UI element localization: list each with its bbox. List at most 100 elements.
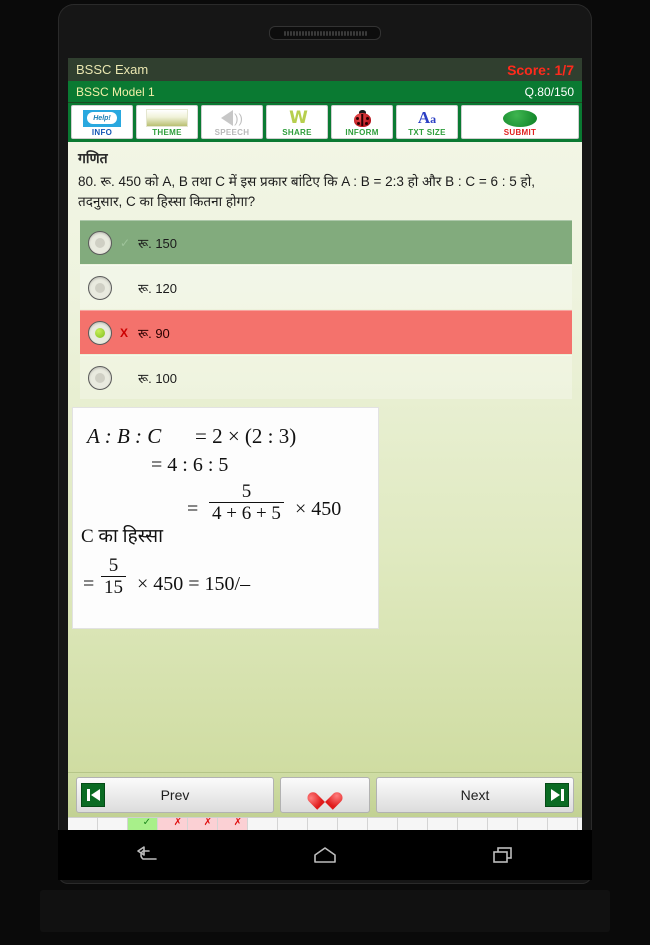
skip-last-icon xyxy=(545,783,569,807)
subject-category: गणित xyxy=(78,150,108,166)
wrong-cross-icon: ✗ xyxy=(173,817,182,828)
solution-line1-lhs: A : B : C xyxy=(87,424,162,448)
back-icon[interactable] xyxy=(129,840,165,870)
question-number-strip[interactable]: 7576✓77✗78✗79✗80818283848586878889909192 xyxy=(68,817,582,830)
question-number-cell[interactable]: ✓77 xyxy=(128,818,158,830)
exam-title: BSSC Exam xyxy=(76,62,149,77)
speech-button[interactable]: )) SPEECH xyxy=(201,105,263,139)
heart-icon xyxy=(314,785,336,805)
text-size-button[interactable]: Aa TXT SIZE xyxy=(396,105,458,139)
tablet-device-frame: BSSC Exam Score: 1/7 BSSC Model 1 Q.80/1… xyxy=(0,0,650,945)
share-button-label: SHARE xyxy=(282,128,312,137)
solution-line4-tail: × 450 = 150/– xyxy=(137,573,251,595)
option-mark: ✓ xyxy=(120,235,131,250)
question-number-cell[interactable]: ✗78 xyxy=(158,818,188,830)
text-size-glyph-big: A xyxy=(417,107,431,127)
solution-line2: = 4 : 6 : 5 xyxy=(151,454,229,476)
question-number-cell[interactable]: 88 xyxy=(458,818,488,830)
question-number-cell[interactable]: ✗79 xyxy=(188,818,218,830)
solution-line4-numerator: 5 xyxy=(108,555,119,576)
speaker-icon: )) xyxy=(221,108,243,128)
model-title: BSSC Model 1 xyxy=(76,84,155,99)
question-number-cell[interactable]: 84 xyxy=(338,818,368,830)
option-label: रू. 100 xyxy=(138,370,178,386)
solution-line4-denominator: 15 xyxy=(101,575,126,599)
option-row[interactable]: ✓ रू. 150 xyxy=(80,220,572,264)
submit-button[interactable]: SUBMIT xyxy=(461,105,579,139)
ladybug-icon xyxy=(353,108,372,128)
question-number-cell[interactable]: 76 xyxy=(98,818,128,830)
question-counter: Q.80/150 xyxy=(524,84,574,99)
option-label: रू. 150 xyxy=(138,235,178,251)
share-network-icon: W xyxy=(289,107,308,128)
exam-title-bar: BSSC Exam Score: 1/7 xyxy=(68,58,582,81)
option-mark: X xyxy=(120,325,129,340)
option-radio[interactable] xyxy=(88,320,112,345)
earpiece-speaker xyxy=(269,26,381,40)
info-button[interactable]: Help! INFO xyxy=(71,105,133,139)
question-text: 80. रू. 450 को A, B तथा C में इस प्रकार … xyxy=(78,174,535,209)
help-badge-text: Help! xyxy=(87,112,117,124)
text-size-glyph-small: a xyxy=(430,111,437,126)
text-size-icon: Aa xyxy=(418,108,436,128)
options-list: ✓ रू. 150 रू. 120 X रू. 90 रू. 100 xyxy=(68,220,582,399)
theme-swatch-icon xyxy=(146,108,188,128)
question-number-cell[interactable]: 81 xyxy=(248,818,278,830)
device-bottom-bezel xyxy=(40,890,610,932)
score-badge: Score: 1/7 xyxy=(507,61,574,78)
question-number-cell[interactable]: 86 xyxy=(398,818,428,830)
solution-line3-label: C का हिस्सा xyxy=(81,526,164,547)
recents-icon[interactable] xyxy=(485,840,521,870)
option-label: रू. 90 xyxy=(138,325,170,341)
question-number-cell[interactable]: 92 xyxy=(578,818,582,830)
app-screen: BSSC Exam Score: 1/7 BSSC Model 1 Q.80/1… xyxy=(68,58,582,830)
question-number-cell[interactable]: 83 xyxy=(308,818,338,830)
speech-button-label: SPEECH xyxy=(214,128,250,137)
question-number-cell[interactable]: 90 xyxy=(518,818,548,830)
navigation-bar: Prev Next xyxy=(68,772,582,817)
next-button-label: Next xyxy=(460,787,490,803)
skip-first-icon xyxy=(81,783,105,807)
inform-button[interactable]: INFORM xyxy=(331,105,393,139)
question-number-cell[interactable]: 85 xyxy=(368,818,398,830)
solution-line3-tail: × 450 xyxy=(295,498,342,520)
option-radio[interactable] xyxy=(88,230,112,255)
prev-button[interactable]: Prev xyxy=(76,777,274,813)
solution-line3-numerator: 5 xyxy=(241,481,252,502)
question-content[interactable]: गणित 80. रू. 450 को A, B तथा C में इस प्… xyxy=(68,142,582,772)
submit-button-label: SUBMIT xyxy=(503,128,537,137)
share-glyph: W xyxy=(289,107,308,128)
option-radio[interactable] xyxy=(88,365,112,390)
home-icon[interactable] xyxy=(307,840,343,870)
question-number-cell[interactable]: 89 xyxy=(488,818,518,830)
question-number-cell[interactable]: ✗80 xyxy=(218,818,248,830)
solution-image-wrapper: A : B : C = 2 × (2 : 3) = 4 : 6 : 5 = 5 … xyxy=(72,407,582,629)
question-number-cell[interactable]: 87 xyxy=(428,818,458,830)
correct-tick-icon: ✓ xyxy=(142,817,151,828)
option-row[interactable]: X रू. 90 xyxy=(80,310,572,354)
android-system-nav xyxy=(58,830,592,880)
inform-button-label: INFORM xyxy=(345,128,379,137)
question-number-cell[interactable]: 75 xyxy=(68,818,98,830)
next-button[interactable]: Next xyxy=(376,777,574,813)
solution-line1-rhs: = 2 × (2 : 3) xyxy=(195,424,297,448)
share-button[interactable]: W SHARE xyxy=(266,105,328,139)
option-radio[interactable] xyxy=(88,275,112,300)
favorite-button[interactable] xyxy=(280,777,370,813)
theme-button[interactable]: THEME xyxy=(136,105,198,139)
solution-line4-fraction: 5 15 xyxy=(101,556,126,599)
solution-image: A : B : C = 2 × (2 : 3) = 4 : 6 : 5 = 5 … xyxy=(72,407,379,629)
question-number-cell[interactable]: 82 xyxy=(278,818,308,830)
info-button-label: INFO xyxy=(91,128,113,137)
solution-line3-eq: = xyxy=(187,498,199,520)
question-number-cell[interactable]: 91 xyxy=(548,818,578,830)
wrong-cross-icon: ✗ xyxy=(203,817,212,828)
green-ellipse-icon xyxy=(503,108,537,128)
theme-button-label: THEME xyxy=(152,128,182,137)
option-row[interactable]: रू. 100 xyxy=(80,355,572,399)
solution-line4-eq: = xyxy=(83,573,95,595)
model-info-bar: BSSC Model 1 Q.80/150 xyxy=(68,81,582,103)
solution-line3-fraction: 5 4 + 6 + 5 xyxy=(209,482,284,525)
text-size-button-label: TXT SIZE xyxy=(408,128,446,137)
option-row[interactable]: रू. 120 xyxy=(80,265,572,309)
